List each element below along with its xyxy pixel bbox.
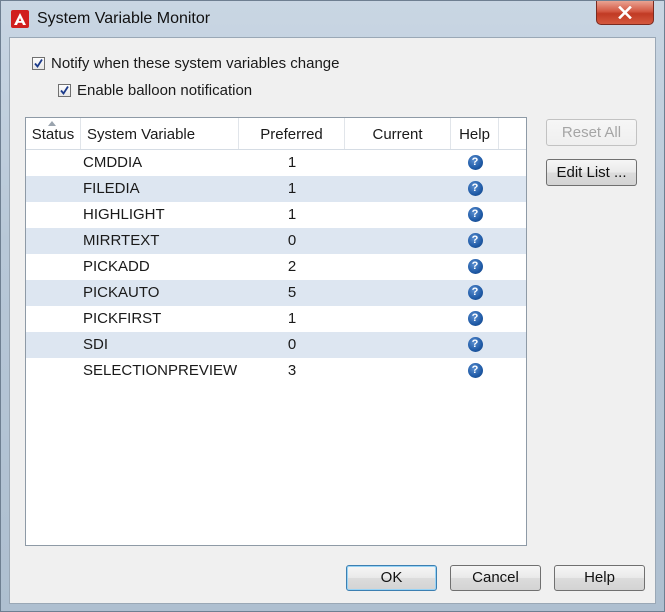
variable-name: PICKFIRST [83,310,162,327]
variable-name: HIGHLIGHT [83,206,165,223]
balloon-label[interactable]: Enable balloon notification [77,82,252,99]
preferred-value[interactable]: 1 [239,202,345,228]
current-value [345,254,451,280]
table-row[interactable]: PICKAUTO 5 ? [26,280,526,306]
title-bar[interactable]: System Variable Monitor [1,1,664,37]
question-circle-icon[interactable]: ? [467,362,483,378]
window-title: System Variable Monitor [37,10,211,27]
question-circle-icon[interactable]: ? [467,284,483,300]
question-circle-icon[interactable]: ? [467,310,483,326]
help-button[interactable]: Help [554,565,645,591]
help-cell[interactable]: ? [451,358,499,384]
question-circle-icon[interactable]: ? [467,336,483,352]
cancel-button[interactable]: Cancel [450,565,541,591]
help-cell[interactable]: ? [451,202,499,228]
table-row[interactable]: SDI 0 ? [26,332,526,358]
question-circle-icon[interactable]: ? [467,206,483,222]
column-label-status: Status [31,126,75,143]
preferred-value[interactable]: 3 [239,358,345,384]
table-row[interactable]: FILEDIA 1 ? [26,176,526,202]
variable-name: PICKAUTO [83,284,160,301]
table-row[interactable]: CMDDIA 1 ? [26,150,526,176]
current-value [345,332,451,358]
preferred-value[interactable]: 1 [239,306,345,332]
balloon-checkbox[interactable] [58,84,71,97]
variable-name: SELECTIONPREVIEW [83,362,238,379]
ok-button[interactable]: OK [346,565,437,591]
current-value [345,202,451,228]
close-icon [618,6,632,19]
autocad-logo-icon[interactable] [11,10,29,28]
table-row[interactable]: PICKADD 2 ? [26,254,526,280]
edit-list-button[interactable]: Edit List ... [546,159,637,186]
current-value [345,150,451,176]
notify-label[interactable]: Notify when these system variables chang… [51,55,339,72]
help-cell[interactable]: ? [451,280,499,306]
variables-table[interactable]: Status System Variable Preferred Current… [25,117,527,546]
current-value [345,176,451,202]
column-label-help: Help [459,126,490,143]
preferred-value[interactable]: 2 [239,254,345,280]
sort-up-icon [48,121,56,126]
variable-name: MIRRTEXT [83,232,160,249]
question-circle-icon[interactable]: ? [467,180,483,196]
column-label-variable: System Variable [87,126,196,143]
dialog-window: System Variable Monitor Notify when thes… [0,0,665,612]
current-value [345,358,451,384]
question-circle-icon[interactable]: ? [467,232,483,248]
table-row[interactable]: SELECTIONPREVIEW 3 ? [26,358,526,384]
reset-all-button[interactable]: Reset All [546,119,637,146]
column-header-help[interactable]: Help [451,118,499,149]
help-cell[interactable]: ? [451,332,499,358]
current-value [345,306,451,332]
balloon-option[interactable]: Enable balloon notification [58,82,252,99]
current-value [345,280,451,306]
preferred-value[interactable]: 0 [239,228,345,254]
checkmark-icon [60,86,69,96]
question-circle-icon[interactable]: ? [467,154,483,170]
close-button[interactable] [596,1,654,25]
current-value [345,228,451,254]
variable-name: SDI [83,336,109,353]
column-header-variable[interactable]: System Variable [81,118,239,149]
help-cell[interactable]: ? [451,228,499,254]
preferred-value[interactable]: 0 [239,332,345,358]
notify-option[interactable]: Notify when these system variables chang… [32,55,339,72]
variable-name: CMDDIA [83,154,143,171]
preferred-value[interactable]: 1 [239,150,345,176]
help-cell[interactable]: ? [451,306,499,332]
column-header-current[interactable]: Current [345,118,451,149]
table-row[interactable]: PICKFIRST 1 ? [26,306,526,332]
column-label-preferred: Preferred [260,126,323,143]
variable-name: PICKADD [83,258,150,275]
help-cell[interactable]: ? [451,150,499,176]
table-row[interactable]: MIRRTEXT 0 ? [26,228,526,254]
help-cell[interactable]: ? [451,254,499,280]
table-row[interactable]: HIGHLIGHT 1 ? [26,202,526,228]
notify-checkbox[interactable] [32,57,45,70]
checkmark-icon [34,59,43,69]
column-header-status[interactable]: Status [26,118,81,149]
preferred-value[interactable]: 5 [239,280,345,306]
question-circle-icon[interactable]: ? [467,258,483,274]
table-header: Status System Variable Preferred Current… [26,118,526,150]
preferred-value[interactable]: 1 [239,176,345,202]
column-header-preferred[interactable]: Preferred [239,118,345,149]
column-label-current: Current [372,126,423,143]
help-cell[interactable]: ? [451,176,499,202]
dialog-body: Notify when these system variables chang… [9,37,656,604]
variable-name: FILEDIA [83,180,140,197]
